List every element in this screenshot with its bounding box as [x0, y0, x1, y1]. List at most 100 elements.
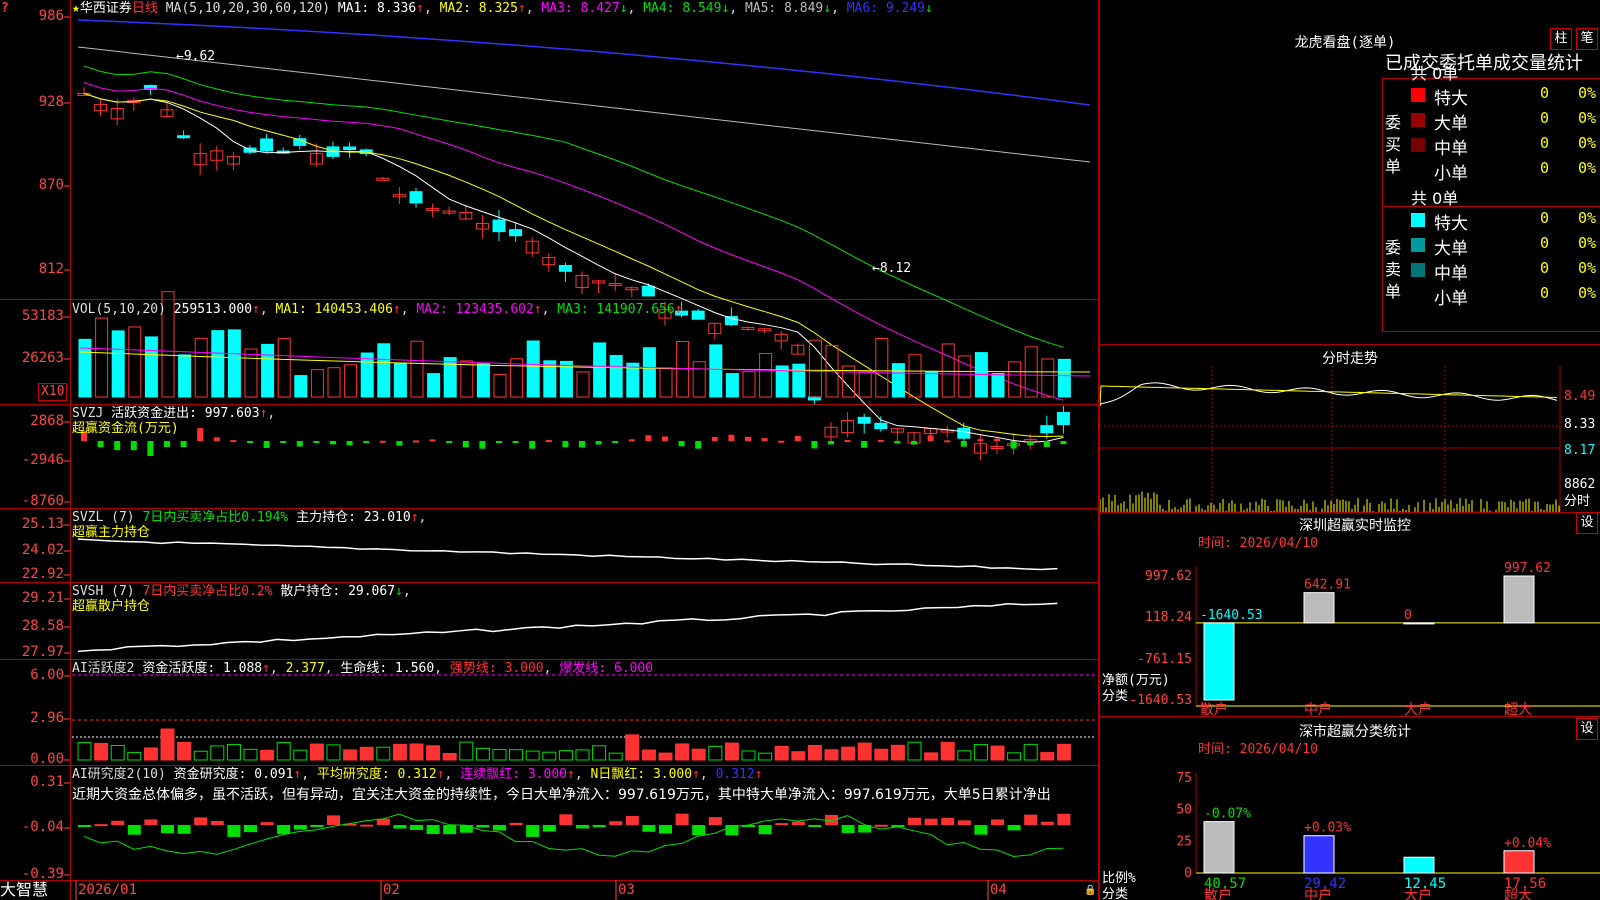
- ai1-header: AI活跃度2 资金活跃度: 1.088↑, 2.377, 生命线: 1.560,…: [72, 661, 654, 676]
- order-count: 0: [1540, 159, 1550, 177]
- classify-bar: [1303, 835, 1335, 874]
- volume-bar: [941, 343, 955, 398]
- brand-logo[interactable]: 大智慧: [0, 882, 48, 898]
- activity-bar: [924, 752, 939, 761]
- volume-bar: [294, 375, 308, 398]
- arrow-up-icon: ↑: [262, 661, 270, 676]
- volume-bar: [95, 317, 109, 398]
- research-bar: [991, 819, 1004, 825]
- fund-flow-bar: [346, 441, 353, 446]
- order-size-name: 小单: [1434, 289, 1468, 309]
- volume-bar: [925, 371, 939, 398]
- classify-change-label: +0.03%: [1304, 821, 1351, 836]
- activity-bar: [625, 734, 640, 761]
- monitor-ytick: -761.15: [1137, 652, 1192, 667]
- monitor-settings-button[interactable]: 设: [1576, 512, 1598, 534]
- monitor-ylabel: 净额(万元): [1102, 673, 1170, 688]
- swatch-icon: [1411, 288, 1425, 302]
- volume-bar: [991, 373, 1005, 398]
- left-chart-canvas[interactable]: ←9.62 ←8.12: [0, 0, 1098, 900]
- research-bar: [260, 822, 274, 825]
- volume-bar: [244, 348, 258, 398]
- order-count: 0: [1540, 109, 1550, 127]
- x-axis-label: 04: [990, 882, 1007, 898]
- classify-category-label: 大户: [1404, 887, 1432, 900]
- classify-change-label: -0.07%: [1204, 807, 1251, 822]
- fund-flow-bar: [711, 436, 718, 441]
- volume-bar: [526, 340, 540, 398]
- fund-flow-bar: [894, 441, 901, 444]
- divider-longhu-intraday: [1100, 344, 1600, 345]
- lock-icon[interactable]: 🔒: [1084, 883, 1096, 899]
- activity-bar: [907, 741, 922, 761]
- volume-bar: [692, 361, 706, 398]
- order-pct: 0%: [1578, 134, 1597, 152]
- volume-bar: [427, 373, 441, 398]
- volume-bar: [327, 367, 341, 398]
- research-bar: [443, 825, 457, 835]
- monitor-title: 深圳超赢实时监控: [1299, 518, 1411, 534]
- ai2-l1: 资金研究度: 0.091: [173, 767, 294, 782]
- volume-bar: [410, 340, 424, 398]
- activity-bar: [1056, 743, 1071, 761]
- fund-flow-bar: [645, 435, 652, 441]
- classify-category-label: 散户: [1204, 887, 1232, 900]
- candle-body: [409, 191, 423, 204]
- swatch-icon: [1411, 113, 1425, 127]
- candle-body: [724, 316, 738, 326]
- ai1-l4: 强势线: 3.000: [449, 661, 544, 676]
- volume-bar: [144, 336, 158, 398]
- volume-bar: [1041, 358, 1055, 398]
- fund-flow-bar: [429, 439, 436, 442]
- candle-body: [492, 219, 506, 233]
- research-bar: [791, 821, 805, 825]
- research-bar: [758, 825, 772, 835]
- research-bar: [244, 825, 257, 833]
- fund-flow-bar: [977, 439, 984, 442]
- fund-flow-bar: [844, 440, 851, 443]
- monitor-chart[interactable]: 997.62 118.24 -761.15 -1640.53 -1640.53 散户 642…: [1100, 556, 1600, 716]
- activity-bar: [824, 749, 839, 761]
- activity-bar: [758, 752, 773, 761]
- fund-flow-bar: [496, 441, 502, 443]
- volume-bar: [576, 371, 590, 398]
- intraday-ytick: 分时: [1564, 494, 1590, 509]
- bar-mode-button[interactable]: 柱: [1550, 28, 1572, 50]
- intraday-title: 分时走势: [1322, 351, 1378, 367]
- volume-bar: [1008, 361, 1022, 398]
- intraday-avg-line: [1100, 385, 1558, 407]
- monitor-time: 时间: 2026/04/10: [1198, 536, 1318, 551]
- classify-settings-button[interactable]: 设: [1576, 718, 1598, 740]
- activity-bar: [857, 742, 872, 761]
- volume-bar: [111, 330, 125, 398]
- order-size-name: 中单: [1434, 264, 1468, 284]
- candle-body: [691, 310, 705, 320]
- intraday-chart[interactable]: 8.49 8.33 8.17 8862 分时: [1100, 366, 1600, 512]
- volume-bar: [642, 347, 656, 398]
- volume-bar: [476, 363, 490, 398]
- volume-bar: [759, 352, 773, 398]
- monitor-value-label: 997.62: [1504, 561, 1551, 576]
- activity-bar: [492, 748, 507, 761]
- activity-bar: [293, 749, 308, 761]
- classify-chart[interactable]: 7550250-0.07%40.57散户+0.03%29.42中户12.45大户…: [1100, 758, 1600, 900]
- research-bar: [874, 824, 888, 827]
- research-bar: [310, 825, 324, 827]
- classify-bar: [1403, 856, 1435, 874]
- fund-flow-bar: [1060, 441, 1067, 445]
- volume-bar: [858, 371, 872, 398]
- vol-unit[interactable]: X10: [38, 383, 68, 401]
- fund-flow-bar: [778, 440, 785, 443]
- candle-body: [509, 229, 523, 237]
- classify-ylabel: 比例%: [1102, 871, 1136, 886]
- activity-bar: [459, 741, 474, 761]
- fund-flow-bar: [794, 435, 801, 441]
- fund-flow-bar: [994, 438, 1000, 441]
- research-bar: [78, 825, 91, 827]
- sell-total: 共 0单: [1411, 189, 1459, 208]
- research-bar: [194, 817, 208, 825]
- longhu-bottom-line: [1382, 331, 1600, 332]
- order-pct: 0%: [1578, 259, 1597, 277]
- activity-bar: [509, 749, 524, 761]
- tick-mode-button[interactable]: 笔: [1576, 28, 1598, 50]
